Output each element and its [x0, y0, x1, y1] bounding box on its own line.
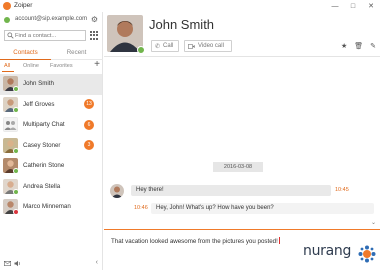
contact-item-marco-minneman[interactable]: Marco Minneman — [0, 197, 102, 218]
filter-tabs: All Online Favorites + — [0, 59, 103, 72]
contact-item-john-smith[interactable]: John Smith — [0, 74, 102, 95]
maximize-button[interactable]: □ — [344, 0, 362, 12]
dialpad-icon[interactable] — [90, 31, 99, 40]
presence-dot — [13, 106, 19, 113]
main-tabs: Contacts Recent — [0, 47, 103, 60]
unread-badge: 13 — [84, 99, 94, 109]
edit-pencil-icon[interactable]: ✎ — [370, 42, 376, 50]
text-caret — [278, 237, 280, 244]
left-footer: ‹ — [0, 258, 102, 270]
search-input[interactable] — [15, 32, 83, 40]
speaker-icon[interactable] — [14, 260, 22, 267]
unread-badge: 6 — [84, 119, 94, 130]
contact-item-catherin-stone[interactable]: Catherin Stone — [0, 156, 102, 177]
presence-dot — [137, 46, 145, 54]
call-label: Call — [163, 43, 174, 49]
date-separator: 2016-03-08 — [213, 162, 263, 172]
message-time: 10:45 — [335, 187, 349, 193]
presence-dot — [13, 168, 19, 174]
contact-item-multiparty-chat[interactable]: Multiparty Chat 6 — [0, 115, 102, 136]
add-contact-button[interactable]: + — [94, 59, 100, 70]
watermark-text: nurang — [303, 243, 352, 259]
zoiper-logo-icon — [3, 2, 11, 10]
call-button[interactable]: ✆ Call — [151, 40, 179, 52]
unread-badge: 3 — [84, 140, 94, 150]
watermark-logo-icon — [358, 245, 376, 263]
filter-online[interactable]: Online — [23, 63, 39, 69]
video-call-button[interactable]: Video call — [184, 40, 232, 52]
search-box[interactable] — [4, 30, 86, 41]
presence-dot — [13, 147, 19, 154]
composer-input[interactable]: That vacation looked awesome from the pi… — [111, 237, 280, 245]
contact-name: Casey Stoner — [23, 141, 61, 149]
contact-header: John Smith ✆ Call Video call ★ 🗑 ✎ — [104, 12, 380, 57]
star-icon[interactable]: ★ — [341, 42, 347, 50]
contact-name: Multiparty Chat — [23, 121, 65, 128]
title-bar: Zoiper — □ ✕ — [0, 0, 380, 12]
contact-list: John Smith Jeff Groves 13 Multiparty Cha… — [0, 74, 102, 218]
account-email: account@sip.example.com — [15, 16, 88, 22]
message-avatar — [110, 184, 124, 198]
gear-icon[interactable]: ⚙ — [91, 15, 98, 24]
contact-name: Marco Minneman — [23, 203, 71, 210]
presence-dot — [13, 209, 19, 215]
close-button[interactable]: ✕ — [362, 0, 380, 12]
message-bubble-incoming: Hey there! — [131, 185, 331, 196]
search-icon — [7, 32, 14, 39]
filter-all[interactable]: All — [4, 63, 10, 69]
voicemail-icon[interactable] — [4, 261, 11, 266]
filter-underline — [2, 71, 14, 72]
left-panel: account@sip.example.com ⚙ Contacts Recen… — [0, 12, 103, 270]
account-status[interactable]: account@sip.example.com ⚙ — [4, 15, 100, 26]
chat-area: 2016-03-08 Hey there! 10:45 10:46 Hey, J… — [104, 58, 380, 228]
header-actions: ★ 🗑 ✎ — [341, 42, 376, 50]
phone-icon: ✆ — [155, 43, 161, 50]
contact-name: Andrea Stella — [23, 182, 61, 190]
window-controls: — □ ✕ — [326, 0, 380, 12]
message-time: 10:46 — [134, 205, 148, 211]
app-title: Zoiper — [14, 2, 33, 9]
message-bubble-outgoing: Hey, John! What's up? How have you been? — [151, 203, 374, 214]
scroll-down-icon[interactable]: ⌄ — [371, 219, 376, 226]
video-camera-icon — [188, 43, 195, 49]
contact-name: Jeff Groves — [23, 100, 55, 108]
nurango-watermark: nurang — [303, 241, 377, 267]
presence-dot — [13, 86, 19, 92]
contact-title: John Smith — [149, 17, 215, 32]
filter-favorites[interactable]: Favorites — [50, 63, 73, 69]
account-status-dot — [4, 17, 10, 23]
presence-dot — [13, 188, 19, 195]
contact-name: Catherin Stone — [23, 162, 65, 169]
collapse-icon[interactable]: ‹ — [96, 259, 98, 266]
trash-icon[interactable]: 🗑 — [354, 42, 363, 50]
contact-item-andrea-stella[interactable]: Andrea Stella — [0, 177, 102, 198]
tab-contacts[interactable]: Contacts — [0, 47, 51, 60]
video-call-label: Video call — [198, 43, 224, 49]
contact-item-casey-stoner[interactable]: Casey Stoner 3 — [0, 136, 102, 157]
contact-name: John Smith — [23, 80, 54, 87]
group-avatar-icon — [3, 117, 18, 132]
minimize-button[interactable]: — — [326, 0, 344, 12]
composer-text: That vacation looked awesome from the pi… — [111, 238, 278, 245]
contact-item-jeff-groves[interactable]: Jeff Groves 13 — [0, 95, 102, 116]
